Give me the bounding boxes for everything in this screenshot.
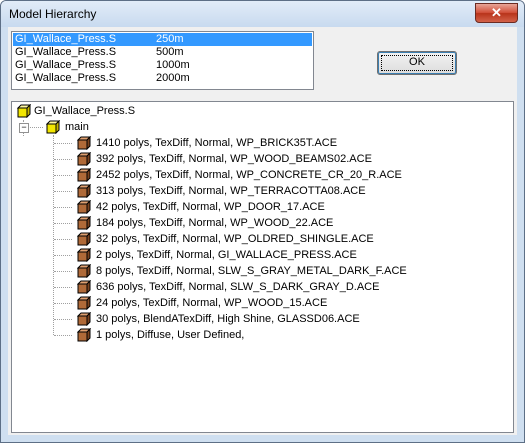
tree-connector — [54, 239, 72, 240]
lod-distance: 1000m — [156, 59, 190, 71]
lod-distance: 2000m — [156, 72, 190, 84]
ok-button[interactable]: OK — [377, 51, 457, 75]
lod-model-name: GI_Wallace_Press.S — [15, 33, 117, 45]
lod-list-item[interactable]: GI_Wallace_Press.S 2000m — [13, 72, 312, 85]
tree-connector — [54, 143, 72, 144]
yellow-cube-icon — [17, 104, 31, 118]
tree-leaf-label: 184 polys, TexDiff, Normal, WP_WOOD_22.A… — [96, 217, 334, 229]
brown-cube-icon — [77, 232, 91, 246]
tree-leaf-label: 1 polys, Diffuse, User Defined, — [96, 329, 245, 341]
brown-cube-icon — [77, 152, 91, 166]
tree-leaf-label: 30 polys, BlendATexDiff, High Shine, GLA… — [96, 313, 360, 325]
brown-cube-icon — [77, 248, 91, 262]
close-button[interactable]: ✕ — [475, 3, 518, 23]
window-title: Model Hierarchy — [9, 7, 97, 21]
brown-cube-icon — [77, 280, 91, 294]
tree-leaf-label: 24 polys, TexDiff, Normal, WP_WOOD_15.AC… — [96, 297, 328, 309]
dialog-client-area: GI_Wallace_Press.S 250m GI_Wallace_Press.S… — [8, 27, 517, 435]
brown-cube-icon — [77, 328, 91, 342]
brown-cube-icon — [77, 184, 91, 198]
tree-connector — [54, 271, 72, 272]
lod-list[interactable]: GI_Wallace_Press.S 250m GI_Wallace_Press.S… — [11, 31, 314, 90]
yellow-cube-icon — [46, 120, 60, 134]
brown-cube-icon — [77, 168, 91, 182]
lod-model-name: GI_Wallace_Press.S — [15, 46, 117, 58]
brown-cube-icon — [77, 312, 91, 326]
close-icon: ✕ — [491, 5, 502, 20]
brown-cube-icon — [77, 136, 91, 150]
model-tree[interactable]: GI_Wallace_Press.S − main 1410 polys, Te… — [11, 101, 514, 433]
ok-button-label: OK — [409, 56, 425, 68]
lod-model-name: GI_Wallace_Press.S — [15, 72, 117, 84]
brown-cube-icon — [77, 200, 91, 214]
tree-connector — [54, 207, 72, 208]
tree-connector — [54, 223, 72, 224]
tree-leaf-label: 1410 polys, TexDiff, Normal, WP_BRICK35T… — [96, 137, 338, 149]
lod-list-item[interactable]: GI_Wallace_Press.S 1000m — [13, 59, 312, 72]
tree-connector — [54, 159, 72, 160]
lod-distance: 250m — [156, 33, 184, 45]
tree-leaf-label: 42 polys, TexDiff, Normal, WP_DOOR_17.AC… — [96, 201, 325, 213]
tree-connector — [54, 287, 72, 288]
tree-leaf-label: 32 polys, TexDiff, Normal, WP_OLDRED_SHI… — [96, 233, 374, 245]
tree-connector — [54, 191, 72, 192]
tree-connector — [54, 335, 72, 336]
tree-connector — [54, 303, 72, 304]
tree-group-label: main — [65, 121, 89, 133]
tree-leaf-label: 2 polys, TexDiff, Normal, GI_WALLACE_PRE… — [96, 249, 357, 261]
title-bar[interactable]: Model Hierarchy ✕ — [1, 1, 524, 27]
tree-connector — [54, 319, 72, 320]
tree-connector — [54, 255, 72, 256]
tree-leaf-label: 636 polys, TexDiff, Normal, SLW_S_DARK_G… — [96, 281, 380, 293]
tree-leaf-label: 2452 polys, TexDiff, Normal, WP_CONCRETE… — [96, 169, 402, 181]
lod-model-name: GI_Wallace_Press.S — [15, 59, 117, 71]
collapse-toggle[interactable]: − — [19, 123, 29, 133]
lod-list-item[interactable]: GI_Wallace_Press.S 500m — [13, 46, 312, 59]
tree-root-label: GI_Wallace_Press.S — [34, 105, 136, 117]
tree-leaf-label: 392 polys, TexDiff, Normal, WP_WOOD_BEAM… — [96, 153, 372, 165]
brown-cube-icon — [77, 264, 91, 278]
tree-connector — [53, 135, 54, 335]
brown-cube-icon — [77, 296, 91, 310]
model-hierarchy-window: Model Hierarchy ✕ GI_Wallace_Press.S 250m… — [0, 0, 525, 443]
tree-connector — [54, 175, 72, 176]
lod-distance: 500m — [156, 46, 184, 58]
tree-leaf-label: 8 polys, TexDiff, Normal, SLW_S_GRAY_MET… — [96, 265, 407, 277]
brown-cube-icon — [77, 216, 91, 230]
lod-list-item[interactable]: GI_Wallace_Press.S 250m — [13, 33, 312, 46]
tree-leaf-label: 313 polys, TexDiff, Normal, WP_TERRACOTT… — [96, 185, 366, 197]
